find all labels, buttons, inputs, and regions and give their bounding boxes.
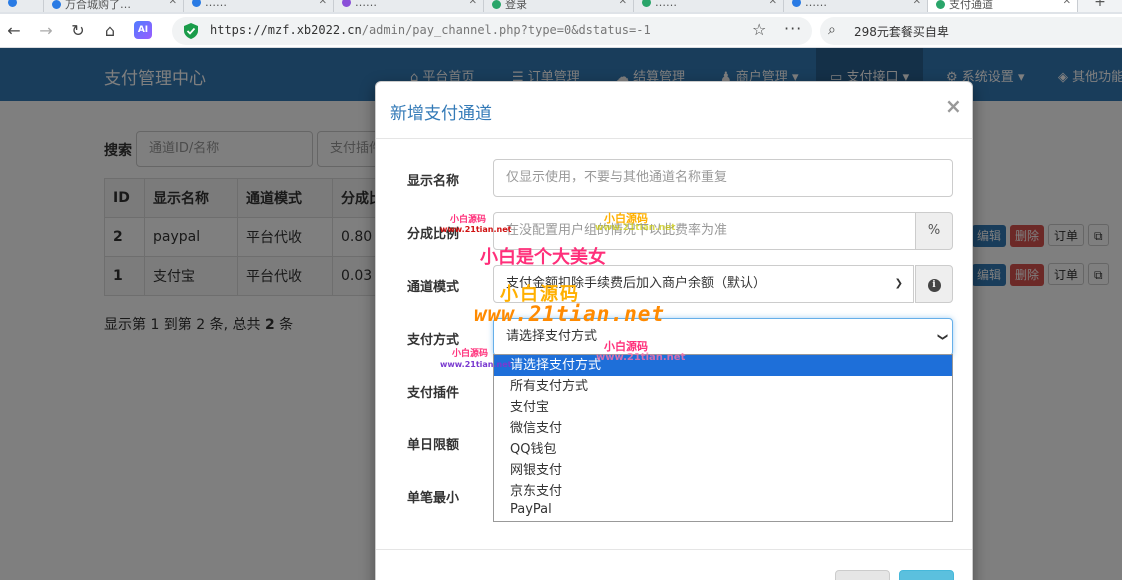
cancel-button[interactable]: [835, 570, 890, 580]
dropdown-option[interactable]: PayPal: [494, 502, 952, 519]
payment-type-dropdown: 请选择支付方式 所有支付方式 支付宝 微信支付 QQ钱包 网银支付 京东支付 P…: [493, 354, 953, 522]
tab-favicon-icon: [792, 0, 801, 7]
search-box[interactable]: ⌕ 298元套餐买自卑: [820, 17, 1122, 45]
tab-close-icon[interactable]: ✕: [469, 0, 477, 7]
address-bar[interactable]: https://mzf.xb2022.cn/admin/pay_channel.…: [172, 17, 812, 45]
dropdown-option[interactable]: 所有支付方式: [494, 376, 952, 397]
submit-button[interactable]: [899, 570, 954, 580]
browser-tab[interactable]: …… ✕: [184, 0, 334, 12]
tab-close-icon[interactable]: ✕: [169, 0, 177, 7]
info-icon: i: [927, 279, 941, 292]
plugin-label: 支付插件: [407, 386, 460, 401]
back-icon[interactable]: ←: [2, 19, 26, 43]
min-amount-label: 单笔最小: [407, 491, 460, 506]
chevron-down-icon: ❯: [894, 278, 903, 289]
daily-limit-label: 单日限额: [407, 438, 460, 453]
dropdown-option[interactable]: 支付宝: [494, 397, 952, 418]
tab-favicon-icon: [342, 0, 351, 7]
more-options-icon[interactable]: ···: [784, 19, 802, 38]
browser-toolbar: ← → ↻ ⌂ AI https://mzf.xb2022.cn/admin/p…: [0, 14, 1122, 48]
dropdown-option[interactable]: 微信支付: [494, 418, 952, 439]
display-name-input[interactable]: 仅显示使用，不要与其他通道名称重复: [493, 159, 953, 197]
modal-footer-divider: [376, 549, 972, 550]
rate-input[interactable]: 在没配置用户组的情况下以此费率为准: [493, 212, 916, 250]
dropdown-option[interactable]: 网银支付: [494, 460, 952, 481]
tab-favicon-icon: [52, 0, 61, 9]
browser-tab-active[interactable]: 支付通道 ✕: [928, 0, 1078, 12]
tab-close-icon[interactable]: ✕: [619, 0, 627, 7]
browser-tab[interactable]: …… ✕: [634, 0, 784, 12]
dropdown-option[interactable]: 京东支付: [494, 481, 952, 502]
home-icon[interactable]: ⌂: [98, 19, 122, 43]
payment-type-label: 支付方式: [407, 333, 460, 348]
tab-favicon-icon: [492, 0, 501, 9]
browser-tab[interactable]: 万合城购了… ✕: [44, 0, 184, 12]
modal-title: 新增支付通道: [390, 104, 492, 124]
search-icon: ⌕: [828, 22, 836, 38]
channel-mode-label: 通道模式: [407, 280, 460, 295]
tab-favicon-icon: [8, 0, 17, 7]
rate-label: 分成比例: [407, 227, 460, 242]
tab-favicon-icon: [936, 0, 945, 9]
tab-favicon-icon: [642, 0, 651, 7]
tab-close-icon[interactable]: ✕: [769, 0, 777, 7]
tab-close-icon[interactable]: ✕: [319, 0, 327, 7]
chevron-down-icon: ❯: [936, 332, 948, 342]
shield-check-icon: [184, 23, 198, 39]
browser-tab[interactable]: …… ✕: [334, 0, 484, 12]
url-text: https://mzf.xb2022.cn/admin/pay_channel.…: [210, 23, 651, 37]
browser-tab[interactable]: [0, 0, 44, 12]
bookmark-star-icon[interactable]: ☆: [752, 20, 766, 39]
payment-type-select[interactable]: 请选择支付方式 ❯: [493, 318, 953, 356]
forward-icon[interactable]: →: [34, 19, 58, 43]
tab-close-icon[interactable]: ✕: [1063, 0, 1071, 7]
browser-tab-strip: 万合城购了… ✕ …… ✕ …… ✕ 登录 ✕ …… ✕ …… ✕ 支付通道 ✕ +: [0, 0, 1122, 14]
reload-icon[interactable]: ↻: [66, 19, 90, 43]
new-tab-button[interactable]: +: [1078, 0, 1122, 12]
dropdown-option[interactable]: 请选择支付方式: [494, 355, 952, 376]
ai-assistant-icon[interactable]: AI: [134, 21, 152, 39]
modal-header-divider: [376, 138, 972, 139]
display-name-label: 显示名称: [407, 174, 460, 189]
percent-addon: %: [915, 212, 953, 250]
tab-favicon-icon: [192, 0, 201, 7]
channel-mode-select[interactable]: 支付金额扣除手续费后加入商户余额（默认） ❯: [493, 265, 914, 303]
browser-tab[interactable]: …… ✕: [784, 0, 928, 12]
dropdown-option[interactable]: QQ钱包: [494, 439, 952, 460]
browser-tab[interactable]: 登录 ✕: [484, 0, 634, 12]
tab-close-icon[interactable]: ✕: [913, 0, 921, 7]
info-addon[interactable]: i: [915, 265, 953, 303]
close-icon[interactable]: ×: [945, 94, 962, 118]
